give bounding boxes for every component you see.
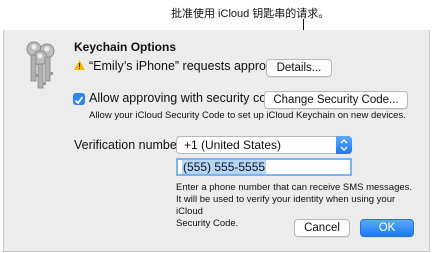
details-button[interactable]: Details... — [266, 59, 332, 77]
ok-button[interactable]: OK — [360, 219, 414, 237]
callout-annotation: 批准使用 iCloud 钥匙串的请求。 — [171, 8, 330, 20]
allow-note: Allow your iCloud Security Code to set u… — [89, 110, 406, 121]
change-security-code-button[interactable]: Change Security Code... — [264, 91, 408, 109]
phone-number-value: (555) 555-5555 — [182, 160, 267, 174]
phone-note-line-2: It will be used to verify your identity … — [176, 194, 396, 217]
checkmark-icon — [74, 96, 84, 105]
country-code-select[interactable]: +1 (United States) — [176, 136, 352, 154]
verification-number-label: Verification number: — [74, 138, 185, 152]
country-code-value: +1 (United States) — [184, 138, 282, 152]
phone-note-line-1: Enter a phone number that can receive SM… — [176, 182, 413, 193]
dialog-title: Keychain Options — [74, 40, 177, 54]
phone-number-field[interactable]: (555) 555-5555 — [176, 158, 352, 176]
allow-approving-checkbox[interactable] — [73, 93, 85, 105]
cancel-button[interactable]: Cancel — [294, 219, 350, 237]
keychain-icon — [26, 41, 55, 89]
allow-approving-label[interactable]: Allow approving with security code — [89, 91, 280, 105]
chevron-updown-icon — [336, 136, 352, 154]
approval-request-text: “Emily’s iPhone” requests approval — [89, 59, 282, 73]
warning-icon — [74, 60, 85, 70]
